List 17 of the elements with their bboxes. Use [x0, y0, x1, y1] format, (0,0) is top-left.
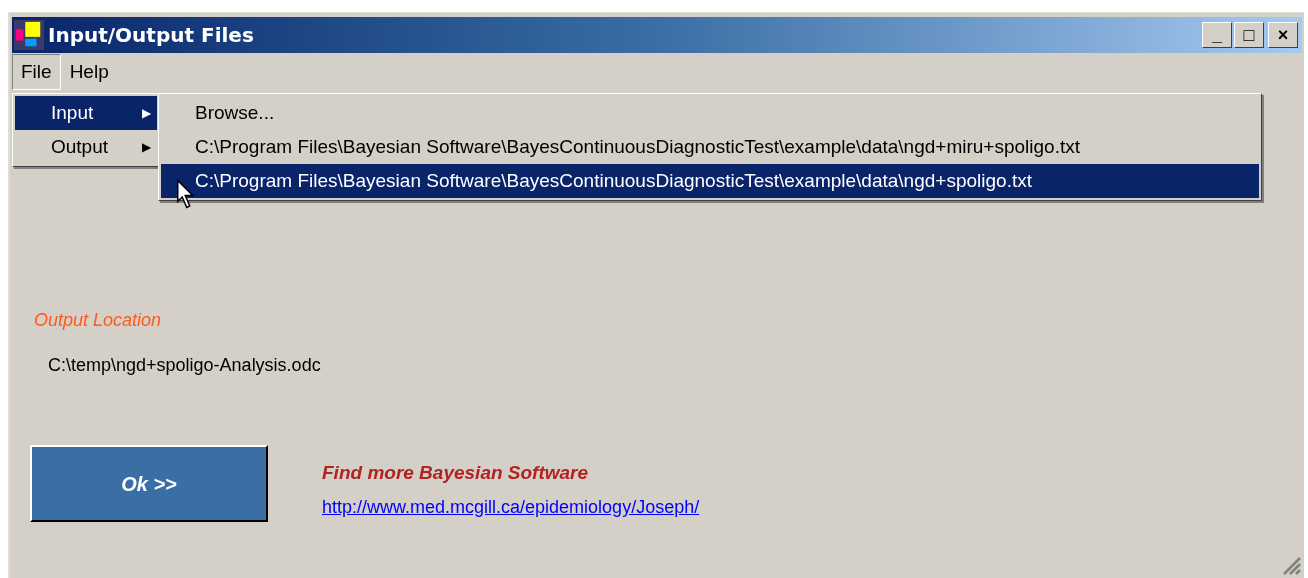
- window-title: Input/Output Files: [48, 22, 254, 49]
- minimize-button[interactable]: _: [1202, 22, 1232, 48]
- promo-heading: Find more Bayesian Software: [322, 461, 590, 485]
- menu-option[interactable]: Input ▶: [15, 96, 157, 130]
- menu-option[interactable]: Output ▶: [15, 130, 157, 164]
- output-location-label: Output Location: [34, 309, 163, 332]
- ok-button[interactable]: Ok >>: [30, 445, 268, 522]
- app-icon: [14, 20, 44, 50]
- maximize-button[interactable]: □: [1234, 22, 1264, 48]
- close-button[interactable]: ×: [1268, 22, 1298, 48]
- website-link[interactable]: http://www.med.mcgill.ca/epidemiology/Joseph/: [322, 493, 700, 521]
- menu-item[interactable]: File: [12, 53, 61, 91]
- menu-option[interactable]: C:\Program Files\Bayesian Software\BayesContinuousDiagnosticTest\example\data\ngd+spoligo.txt: [161, 164, 1259, 198]
- menu-option[interactable]: C:\Program Files\Bayesian Software\BayesContinuousDiagnosticTest\example\data\ngd+miru+spoligo.txt: [161, 130, 1259, 164]
- menu-item[interactable]: Help: [60, 53, 118, 91]
- output-path: C:\temp\ngd+spoligo-Analysis.odc: [47, 354, 322, 377]
- menu-option[interactable]: Browse...: [161, 96, 1259, 130]
